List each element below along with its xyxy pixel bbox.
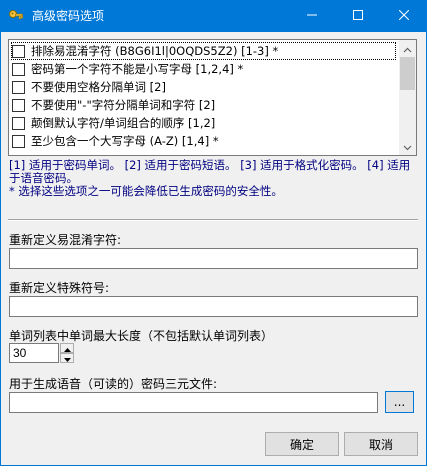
ambiguous-chars-input[interactable] bbox=[9, 248, 418, 269]
minimize-icon bbox=[307, 9, 317, 23]
option-label: 密码第一个字符不能是小写字母 [1,2,4] * bbox=[31, 62, 244, 76]
max-word-length-label: 单词列表中单词最大长度（不包括默认单词列表） bbox=[9, 329, 274, 343]
divider bbox=[8, 219, 418, 221]
minimize-button[interactable] bbox=[289, 0, 335, 32]
cancel-button[interactable]: 取消 bbox=[344, 432, 418, 456]
option-exclude-ambiguous[interactable]: 排除易混淆字符 (B8G6I1l|0OQDS5Z2) [1-3] * bbox=[11, 42, 396, 60]
vertical-scrollbar[interactable] bbox=[399, 40, 416, 155]
chevron-down-icon bbox=[403, 140, 412, 154]
option-require-uppercase[interactable]: 至少包含一个大写字母 (A-Z) [1,4] * bbox=[12, 132, 397, 150]
option-checkbox[interactable] bbox=[12, 44, 25, 58]
title-bar: 高级密码选项 bbox=[0, 0, 427, 32]
max-word-length-stepper[interactable] bbox=[60, 343, 74, 363]
option-label: 颠倒默认字符/单词组合的顺序 [1,2] bbox=[31, 116, 216, 130]
ambiguous-chars-label: 重新定义易混淆字符: bbox=[9, 233, 122, 247]
window-title: 高级密码选项 bbox=[32, 9, 105, 23]
option-no-dash-separator[interactable]: 不要使用"-"字符分隔单词和字符 [2] bbox=[12, 96, 397, 114]
option-checkbox[interactable] bbox=[12, 116, 25, 130]
scroll-up-button[interactable] bbox=[399, 40, 416, 57]
options-checklist[interactable]: 排除易混淆字符 (B8G6I1l|0OQDS5Z2) [1-3] * 密码第一个… bbox=[8, 39, 417, 156]
trigram-file-input[interactable] bbox=[9, 392, 378, 413]
footnote-warning: * 选择这些选项之一可能会降低已生成密码的安全性。 bbox=[9, 184, 283, 198]
trigram-file-label: 用于生成语音（可读的）密码三元文件: bbox=[9, 377, 218, 391]
max-word-length-input[interactable] bbox=[9, 343, 59, 363]
option-checkbox[interactable] bbox=[12, 80, 25, 94]
special-symbols-input[interactable] bbox=[9, 296, 418, 317]
close-icon bbox=[398, 9, 410, 23]
option-reverse-order[interactable]: 颠倒默认字符/单词组合的顺序 [1,2] bbox=[12, 114, 397, 132]
option-label: 不要使用"-"字符分隔单词和字符 [2] bbox=[31, 98, 216, 112]
key-icon bbox=[8, 8, 24, 24]
dialog-body: 排除易混淆字符 (B8G6I1l|0OQDS5Z2) [1-3] * 密码第一个… bbox=[1, 32, 426, 465]
option-no-space-separator[interactable]: 不要使用空格分隔单词 [2] bbox=[12, 78, 397, 96]
option-label: 排除易混淆字符 (B8G6I1l|0OQDS5Z2) [1-3] * bbox=[31, 44, 279, 58]
scroll-down-button[interactable] bbox=[399, 138, 416, 155]
option-label: 不要使用空格分隔单词 [2] bbox=[31, 80, 166, 94]
maximize-button[interactable] bbox=[335, 0, 381, 32]
option-label: 至少包含一个大写字母 (A-Z) [1,4] * bbox=[31, 134, 219, 148]
option-checkbox[interactable] bbox=[12, 134, 25, 148]
option-checkbox[interactable] bbox=[12, 62, 25, 76]
close-button[interactable] bbox=[381, 0, 427, 32]
chevron-up-icon bbox=[403, 42, 412, 56]
option-no-lowercase-first[interactable]: 密码第一个字符不能是小写字母 [1,2,4] * bbox=[12, 60, 397, 78]
ok-button[interactable]: 确定 bbox=[265, 432, 339, 456]
decrement-button[interactable] bbox=[60, 353, 74, 363]
scroll-thumb[interactable] bbox=[400, 57, 415, 90]
maximize-icon bbox=[353, 9, 363, 23]
option-checkbox[interactable] bbox=[12, 98, 25, 112]
caret-down-icon bbox=[63, 351, 71, 365]
footnote-legend: [1] 适用于密码单词。 [2] 适用于密码短语。 [3] 适用于格式化密码。 … bbox=[9, 158, 411, 185]
special-symbols-label: 重新定义特殊符号: bbox=[9, 281, 110, 295]
browse-button[interactable]: ... bbox=[385, 391, 414, 413]
options-footnote: [1] 适用于密码单词。 [2] 适用于密码短语。 [3] 适用于格式化密码。 … bbox=[9, 159, 419, 198]
